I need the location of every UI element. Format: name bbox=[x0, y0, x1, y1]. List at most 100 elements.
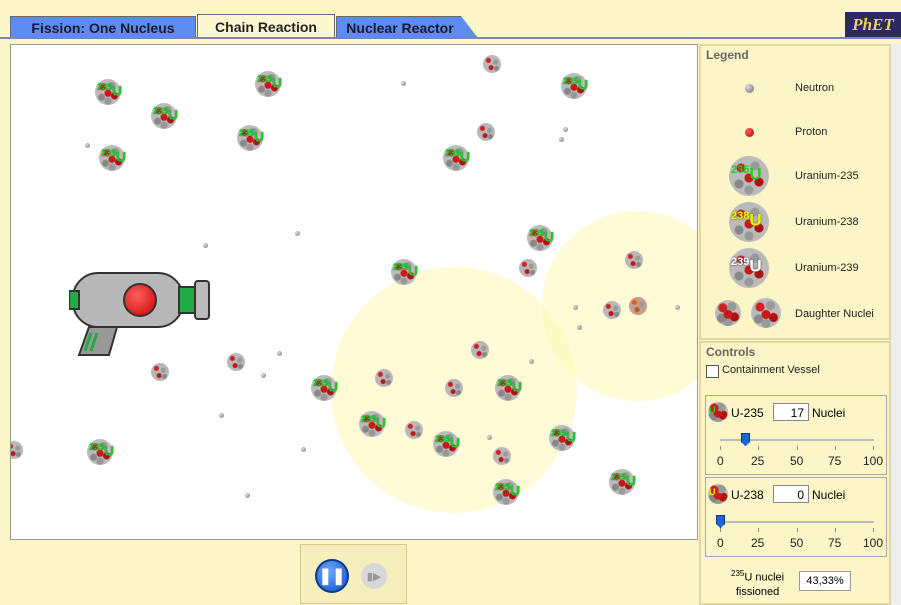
slider-tick-label: 0 bbox=[717, 536, 724, 550]
daughter-nucleus bbox=[151, 363, 169, 381]
tab-fission-one-nucleus[interactable]: Fission: One Nucleus bbox=[10, 16, 196, 38]
nucleus-label: 235U bbox=[611, 472, 636, 489]
fissioned-text-2: fissioned bbox=[735, 585, 780, 598]
daughter-nucleus bbox=[603, 301, 621, 319]
fissioned-label: 235U nuclei fissioned bbox=[731, 567, 784, 599]
daughter-nucleus bbox=[483, 55, 501, 73]
u235-count-input[interactable]: 17 bbox=[773, 403, 809, 421]
tab-chain-reaction[interactable]: Chain Reaction bbox=[197, 14, 335, 39]
fissioned-superscript: 235 bbox=[731, 569, 745, 578]
neutron bbox=[295, 231, 300, 236]
uranium-235-nucleus: 235U bbox=[561, 73, 589, 99]
element-symbol: U bbox=[578, 76, 589, 93]
u238-count-input[interactable]: 0 bbox=[773, 485, 809, 503]
daughter-nucleus bbox=[405, 421, 423, 439]
daughter-nucleus bbox=[477, 123, 495, 141]
mass-number: 235 bbox=[97, 82, 113, 92]
fissioned-label-line-1: 235U nuclei bbox=[731, 567, 784, 585]
u238-control: U U-238 0 Nuclei 0 25 50 75 100 bbox=[705, 477, 887, 557]
nucleus-label: 235U bbox=[97, 82, 122, 99]
slider-tick-label: 25 bbox=[751, 454, 765, 468]
vertical-scrollbar[interactable] bbox=[891, 44, 901, 605]
element-symbol: U bbox=[328, 378, 339, 395]
slider-tick-label: 0 bbox=[717, 454, 724, 468]
mass-number: 235 bbox=[435, 434, 451, 444]
mass-number: 235 bbox=[393, 262, 409, 272]
mass-number: 239 bbox=[731, 256, 750, 268]
neutron bbox=[301, 447, 306, 452]
tab-nuclear-reactor[interactable]: Nuclear Reactor bbox=[336, 16, 478, 38]
slider-tick bbox=[835, 446, 836, 450]
containment-vessel-checkbox[interactable] bbox=[706, 365, 719, 378]
neutron bbox=[675, 305, 680, 310]
tab-label: Nuclear Reactor bbox=[346, 19, 454, 36]
tab-label: Fission: One Nucleus bbox=[31, 19, 175, 36]
nucleus-label: U bbox=[709, 405, 716, 415]
nucleus-label: 235U bbox=[445, 148, 470, 165]
legend-item-uranium-238: 238U Uranium-238 bbox=[701, 200, 885, 242]
neutron-icon bbox=[745, 84, 754, 93]
legend-item-neutron: Neutron bbox=[701, 72, 885, 112]
mass-number: 235 bbox=[313, 378, 329, 388]
neutron bbox=[261, 373, 266, 378]
slider-tick bbox=[758, 528, 759, 532]
playback-controls: ❚❚ ▮▶ bbox=[300, 544, 407, 604]
slider-tick-label: 75 bbox=[828, 454, 842, 468]
legend-item-daughter-nuclei: Daughter Nuclei bbox=[701, 294, 885, 334]
mass-number: 235 bbox=[257, 74, 273, 84]
fissioned-percent-readout: 43,33% bbox=[799, 571, 851, 591]
pause-icon: ❚❚ bbox=[318, 568, 346, 585]
daughter-nucleus bbox=[493, 447, 511, 465]
element-symbol: U bbox=[116, 148, 127, 165]
legend-item-proton: Proton bbox=[701, 116, 885, 156]
uranium-238-icon: 238U bbox=[729, 202, 769, 242]
uranium-235-nucleus: 235U bbox=[87, 439, 114, 465]
daughter-nucleus bbox=[629, 297, 647, 315]
u238-slider-track[interactable] bbox=[720, 521, 874, 523]
slider-tick-label: 100 bbox=[863, 536, 884, 550]
mass-number: 235 bbox=[563, 76, 579, 86]
pause-button[interactable]: ❚❚ bbox=[315, 559, 349, 593]
legend-label: Uranium-238 bbox=[795, 216, 859, 228]
u238-slider-thumb[interactable] bbox=[716, 515, 725, 528]
element-symbol: U bbox=[510, 482, 521, 499]
mass-number: 235 bbox=[529, 228, 545, 238]
neutron bbox=[563, 127, 568, 132]
element-symbol: U bbox=[168, 106, 179, 123]
u235-slider-thumb[interactable] bbox=[741, 433, 750, 446]
slider-tick-label: 50 bbox=[790, 536, 804, 550]
nucleus-label: 235U bbox=[731, 164, 762, 185]
neutron bbox=[245, 493, 250, 498]
uranium-235-nucleus: 235U bbox=[95, 79, 122, 105]
uranium-235-nucleus: 235U bbox=[99, 145, 127, 171]
legend-label: Uranium-235 bbox=[795, 170, 859, 182]
nucleus-label: 235U bbox=[361, 414, 386, 431]
legend-label: Uranium-239 bbox=[795, 262, 859, 274]
fire-button[interactable] bbox=[123, 283, 157, 317]
phet-logo: PhET bbox=[845, 12, 901, 38]
legend-label: Proton bbox=[795, 126, 828, 138]
mass-number: 235 bbox=[611, 472, 627, 482]
fissioned-text-1: U nuclei bbox=[744, 571, 785, 584]
uranium-235-nucleus: 235U bbox=[237, 125, 264, 151]
slider-tick bbox=[720, 446, 721, 450]
uranium-235-nucleus: 235U bbox=[609, 469, 636, 495]
nucleus-label: U bbox=[709, 487, 716, 497]
step-icon: ▮▶ bbox=[366, 570, 382, 583]
u235-unit: Nuclei bbox=[812, 406, 846, 420]
mass-number: 235 bbox=[445, 148, 461, 158]
slider-tick-label: 100 bbox=[863, 454, 884, 468]
simulation-canvas[interactable]: 235U 235U 235U 235U 235U 235U 235U 235U … bbox=[10, 44, 698, 540]
controls-panel: Controls Containment Vessel U U-235 17 N… bbox=[699, 341, 891, 605]
mass-number: 235 bbox=[497, 378, 513, 388]
step-button[interactable]: ▮▶ bbox=[361, 563, 387, 589]
slider-tick-label: 25 bbox=[751, 536, 765, 550]
mass-number: 235 bbox=[89, 442, 105, 452]
neutron bbox=[219, 413, 224, 418]
nucleus-label: 235U bbox=[529, 228, 554, 245]
element-symbol: U bbox=[626, 472, 637, 489]
nucleus-label: 235U bbox=[89, 442, 114, 459]
element-symbol: U bbox=[460, 148, 471, 165]
nucleus-label: 238U bbox=[731, 210, 762, 231]
tab-label: Chain Reaction bbox=[215, 19, 317, 35]
